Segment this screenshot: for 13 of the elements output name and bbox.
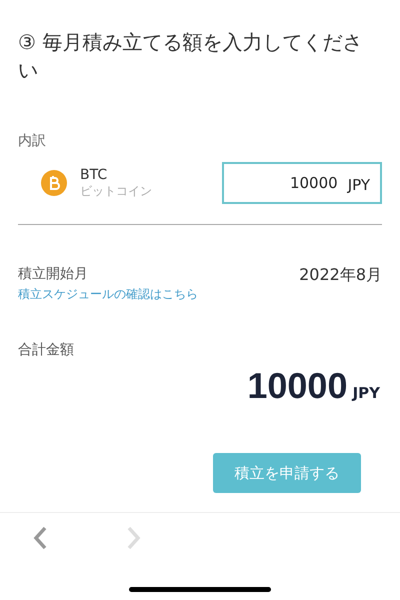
back-chevron-icon[interactable] <box>33 526 47 550</box>
total-amount: 10000 JPY <box>246 365 380 407</box>
start-month-label: 積立開始月 <box>18 265 89 283</box>
currency-symbol: BTC <box>80 166 108 182</box>
total-label: 合計金額 <box>18 341 75 359</box>
section-label: 内訳 <box>18 132 47 150</box>
schedule-link[interactable]: 積立スケジュールの確認はこちら <box>18 286 198 303</box>
apply-button[interactable]: 積立を申請する <box>213 453 361 493</box>
start-month-value: 2022年8月 <box>299 265 382 286</box>
bitcoin-coin-icon <box>41 170 67 196</box>
amount-input-field[interactable]: 10000 JPY <box>222 162 382 204</box>
currency-name: ビットコイン <box>80 182 153 200</box>
page-title: ③ 毎月積み立てる額を入力してください <box>17 29 364 84</box>
